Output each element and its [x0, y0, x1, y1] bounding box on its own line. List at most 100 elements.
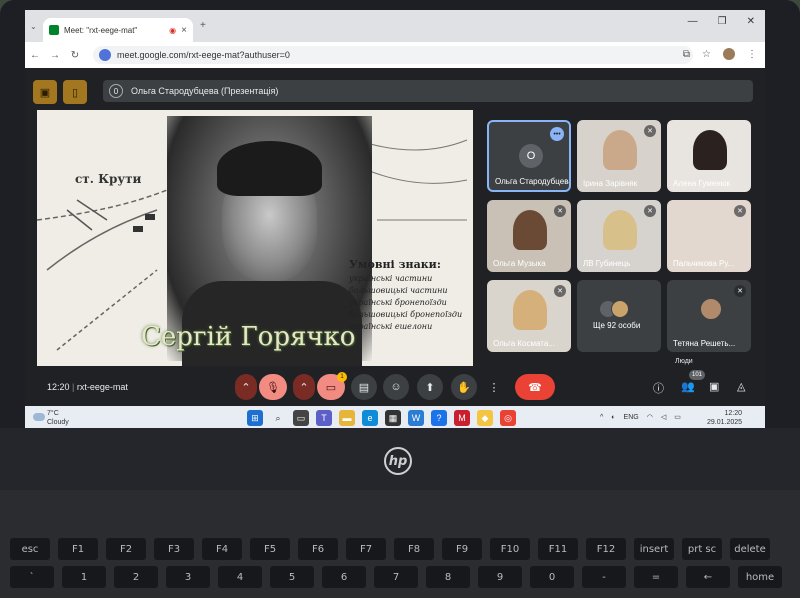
close-window-icon[interactable]: ✕ — [747, 16, 755, 27]
participant-tile[interactable]: ✕ Пальчикова Ру... — [667, 200, 751, 272]
task-view-icon[interactable]: ▭ — [293, 410, 309, 426]
keyboard-key: F11 — [538, 538, 578, 560]
url-text: meet.google.com/rxt-eege-mat?authuser=0 — [117, 50, 290, 60]
mic-off-icon: ✕ — [734, 285, 746, 297]
participant-tile[interactable]: ✕ Тетяна Решеть... — [667, 280, 751, 352]
edge-icon[interactable]: e — [362, 410, 378, 426]
search-icon[interactable]: ⌕ — [270, 410, 286, 426]
word-icon[interactable]: W — [408, 410, 424, 426]
chrome-icon[interactable]: ◎ — [500, 410, 516, 426]
start-icon[interactable]: ⊞ — [247, 410, 263, 426]
taskbar-apps: ⊞ ⌕ ▭ T ▬ e ▦ W ? M ◆ ◎ — [247, 410, 516, 426]
stop-presenting-button[interactable]: ▯ — [63, 80, 87, 104]
wifi-icon[interactable]: ◠ — [647, 413, 653, 421]
keyboard-key: F4 — [202, 538, 242, 560]
tab-search-icon[interactable]: ⌄ — [30, 22, 37, 31]
keyboard-key: 3 — [166, 566, 210, 588]
participant-tile[interactable]: Алена Гуменюк — [667, 120, 751, 192]
captions-button[interactable]: ▤ — [351, 374, 377, 400]
mic-options-button[interactable]: ⌃ — [235, 374, 257, 400]
mcafee-icon[interactable]: M — [454, 410, 470, 426]
camera-badge: 1 — [337, 372, 347, 382]
chevron-up-icon[interactable]: ^ — [600, 414, 603, 421]
activities-icon[interactable]: ◬ — [737, 380, 745, 393]
keyboard-key: F5 — [250, 538, 290, 560]
browser-tab[interactable]: Meet: "rxt-eege-mat" ◉ × — [43, 18, 193, 42]
network-status-icon[interactable]: ◐ — [611, 414, 615, 421]
participant-tile[interactable]: ✕ Ірина Зарівняк — [577, 120, 661, 192]
teams-icon[interactable]: T — [316, 410, 332, 426]
participant-tile[interactable]: О ••• Ольга Стародубцева — [487, 120, 571, 192]
url-input[interactable]: meet.google.com/rxt-eege-mat?authuser=0 — [93, 46, 693, 64]
participant-name: Ольга Музыка — [493, 259, 546, 268]
language-indicator[interactable]: ENG — [624, 414, 639, 421]
mic-off-icon: 🎙 — [266, 381, 280, 394]
profile-avatar[interactable] — [723, 48, 735, 60]
maximize-icon[interactable]: ❐ — [718, 16, 727, 27]
meet-stage: ▣ ▯ 0 Ольга Стародубцева (Презентація) с… — [25, 68, 765, 370]
more-options-icon[interactable]: ••• — [550, 127, 564, 141]
chat-icon[interactable]: ▣ — [709, 380, 719, 393]
meeting-controls: 12:20 | rxt-eege-mat ⌃ 🎙 ⌃ ▭ 1 ▤ ☺ ⬆ ✋ ⋮… — [25, 358, 765, 406]
bookmark-star-icon[interactable]: ☆ — [702, 49, 711, 60]
legend-title: Умовні знаки: — [349, 258, 441, 271]
layout-icon: ▣ — [39, 86, 51, 99]
keyboard-key: delete — [730, 538, 770, 560]
raise-hand-button[interactable]: ✋ — [451, 374, 477, 400]
present-button[interactable]: ⬆ — [417, 374, 443, 400]
map-legend: Умовні знаки: українські частини большов… — [349, 258, 469, 334]
participant-initial: О — [519, 144, 543, 168]
others-tile[interactable]: Ще 92 особи — [577, 280, 661, 352]
meet-favicon-icon — [49, 25, 59, 35]
browser-menu-icon[interactable]: ⋮ — [747, 49, 757, 60]
participant-name: Ольга Стародубцева — [495, 177, 569, 186]
tab-close-icon[interactable]: × — [181, 25, 187, 36]
mic-off-icon: ✕ — [734, 205, 746, 217]
legend-item: українські частини — [349, 274, 433, 283]
participant-name: Ірина Зарівняк — [583, 179, 638, 188]
volume-icon[interactable]: ◁ — [661, 413, 666, 421]
help-icon[interactable]: ? — [431, 410, 447, 426]
participant-name: ЛВ Губинець — [583, 259, 631, 268]
leave-call-button[interactable]: ☎ — [515, 374, 555, 400]
site-info-icon[interactable] — [99, 49, 111, 61]
video-person — [603, 130, 637, 170]
forward-icon[interactable]: → — [45, 50, 65, 61]
store-icon[interactable]: ▦ — [385, 410, 401, 426]
keyboard-key: 0 — [530, 566, 574, 588]
phone-hangup-icon: ☎ — [528, 381, 542, 394]
participant-tile[interactable]: ✕ Ольга Космата... — [487, 280, 571, 352]
taskbar-clock[interactable]: 12:20 29.01.2025 — [707, 409, 742, 427]
people-icon[interactable]: 👥 — [681, 380, 695, 393]
system-tray: ^ ◐ ENG ◠ ◁ ▭ — [600, 413, 681, 422]
minimize-icon[interactable]: — — [688, 16, 698, 27]
keyboard-key: F9 — [442, 538, 482, 560]
open-in-window-icon[interactable]: ⧉ — [683, 49, 690, 60]
reload-icon[interactable]: ↻ — [65, 50, 85, 61]
app-icon[interactable]: ◆ — [477, 410, 493, 426]
legend-item: українські ешелони — [349, 322, 433, 331]
taskbar-date: 29.01.2025 — [707, 419, 743, 426]
reactions-button[interactable]: ☺ — [383, 374, 409, 400]
keyboard-key: F8 — [394, 538, 434, 560]
present-icon: ⬆ — [425, 381, 435, 394]
presentation-count: 0 — [109, 84, 123, 98]
new-tab-button[interactable]: + — [200, 20, 206, 31]
back-icon[interactable]: ← — [25, 50, 45, 61]
participant-name: Алена Гуменюк — [673, 179, 731, 188]
participant-tile[interactable]: ✕ ЛВ Губинець — [577, 200, 661, 272]
meeting-info-icon[interactable]: ⓘ — [653, 380, 664, 396]
file-explorer-icon[interactable]: ▬ — [339, 410, 355, 426]
mic-off-icon: ✕ — [644, 205, 656, 217]
more-options-button[interactable]: ⋮ — [487, 374, 501, 400]
keyboard-key: F7 — [346, 538, 386, 560]
mic-toggle-button[interactable]: 🎙 — [259, 374, 287, 400]
participant-grid: О ••• Ольга Стародубцева ✕ Ірина Зарівня… — [485, 116, 755, 362]
presenting-mode-button[interactable]: ▣ — [33, 80, 57, 104]
battery-icon[interactable]: ▭ — [674, 413, 681, 421]
weather-widget[interactable]: 7°C Cloudy — [47, 409, 69, 427]
participant-name: Ольга Космата... — [493, 339, 555, 348]
camera-options-button[interactable]: ⌃ — [293, 374, 315, 400]
camera-toggle-button[interactable]: ▭ 1 — [317, 372, 347, 400]
participant-tile[interactable]: ✕ Ольга Музыка — [487, 200, 571, 272]
